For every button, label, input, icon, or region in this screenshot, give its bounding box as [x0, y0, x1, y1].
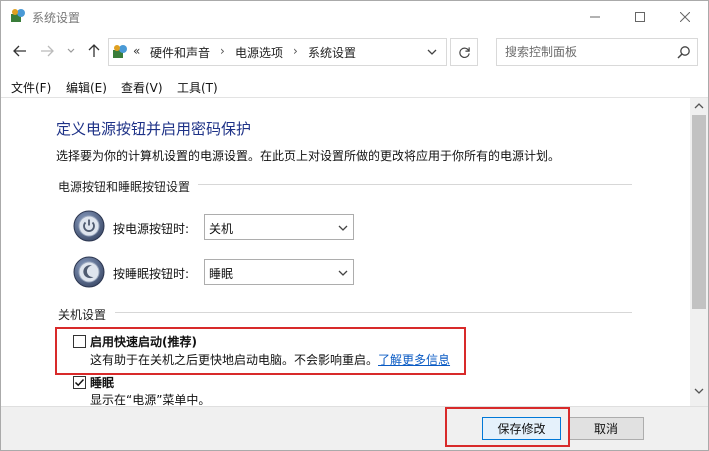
section-divider — [115, 312, 632, 313]
control-panel-icon — [113, 45, 127, 58]
main-content: 定义电源按钮并启用密码保护 选择要为你的计算机设置的电源设置。在此页上对设置所做… — [1, 98, 690, 406]
arrow-right-icon — [41, 45, 54, 57]
breadcrumb-power-options[interactable]: 电源选项 — [235, 44, 283, 61]
page-description: 选择要为你的计算机设置的电源设置。在此页上对设置所做的更改将应用于你所有的电源计… — [56, 149, 561, 163]
scroll-down-icon[interactable] — [694, 387, 704, 395]
arrow-left-icon — [13, 45, 26, 57]
cancel-button[interactable]: 取消 — [568, 417, 644, 440]
breadcrumb-system-settings[interactable]: 系统设置 — [308, 44, 356, 61]
search-icon[interactable] — [677, 45, 691, 59]
breadcrumb-overflow[interactable]: « — [133, 44, 140, 58]
title-bar: 系统设置 — [1, 1, 708, 32]
chevron-down-icon — [67, 48, 75, 53]
forward-button[interactable] — [38, 41, 56, 61]
refresh-icon — [458, 46, 470, 58]
sleep-button-icon — [73, 256, 105, 288]
page-title: 定义电源按钮并启用密码保护 — [56, 120, 252, 138]
sleep-description: 显示在“电源”菜单中。 — [90, 393, 211, 406]
close-button[interactable] — [662, 1, 707, 32]
maximize-button[interactable] — [617, 1, 662, 32]
menu-file[interactable]: 文件(F) — [11, 79, 51, 96]
vertical-scrollbar[interactable] — [690, 98, 708, 406]
scroll-up-icon[interactable] — [694, 102, 704, 110]
section-divider — [198, 184, 632, 185]
breadcrumb-hardware-sound[interactable]: 硬件和声音 — [150, 44, 210, 61]
chevron-down-icon — [338, 270, 348, 276]
power-button-action-value: 关机 — [209, 222, 234, 236]
search-input[interactable] — [505, 44, 665, 60]
menu-edit[interactable]: 编辑(E) — [66, 79, 107, 96]
menu-bar: 文件(F) 编辑(E) 查看(V) 工具(T) — [1, 75, 708, 97]
control-panel-icon — [11, 9, 25, 22]
menu-tools[interactable]: 工具(T) — [177, 79, 218, 96]
chevron-down-icon — [338, 225, 348, 231]
sleep-button-action-value: 睡眠 — [209, 267, 234, 281]
window-title: 系统设置 — [32, 11, 81, 25]
save-button-highlight — [445, 407, 570, 447]
search-box[interactable] — [496, 38, 698, 66]
sleep-button-action-select[interactable]: 睡眠 — [204, 259, 354, 285]
control-panel-window: 系统设置 « 硬件和声音 › 电源选项 › 系统设置 搜索控制面板 文件(F) … — [0, 0, 709, 451]
breadcrumb-separator[interactable]: › — [293, 44, 298, 58]
footer-bar: 保存修改 取消 — [1, 406, 708, 450]
back-button[interactable] — [11, 41, 29, 61]
minimize-button[interactable] — [572, 1, 617, 32]
refresh-button[interactable] — [450, 38, 478, 66]
shutdown-section-header: 关机设置 — [58, 308, 107, 322]
maximize-icon — [634, 11, 645, 22]
power-button-action-select[interactable]: 关机 — [204, 214, 354, 240]
scrollbar-thumb[interactable] — [692, 115, 706, 309]
breadcrumb-separator[interactable]: › — [220, 44, 225, 58]
sleep-checkbox[interactable] — [73, 376, 86, 389]
minimize-icon — [589, 16, 600, 17]
power-button-icon — [73, 210, 105, 242]
menu-view[interactable]: 查看(V) — [121, 79, 163, 96]
navigation-bar: « 硬件和声音 › 电源选项 › 系统设置 — [1, 32, 708, 72]
power-button-label: 按电源按钮时: — [113, 222, 190, 236]
address-bar[interactable]: « 硬件和声音 › 电源选项 › 系统设置 — [108, 38, 447, 66]
checkmark-icon — [74, 378, 85, 387]
arrow-up-icon — [88, 44, 100, 57]
sleep-button-label: 按睡眠按钮时: — [113, 267, 190, 281]
power-buttons-section-header: 电源按钮和睡眠按钮设置 — [58, 180, 191, 194]
fast-startup-highlight — [55, 327, 466, 375]
close-icon — [679, 11, 690, 22]
recent-locations-button[interactable] — [64, 41, 78, 61]
chevron-down-icon[interactable] — [425, 46, 439, 58]
sleep-label[interactable]: 睡眠 — [90, 374, 114, 391]
up-button[interactable] — [85, 41, 103, 61]
